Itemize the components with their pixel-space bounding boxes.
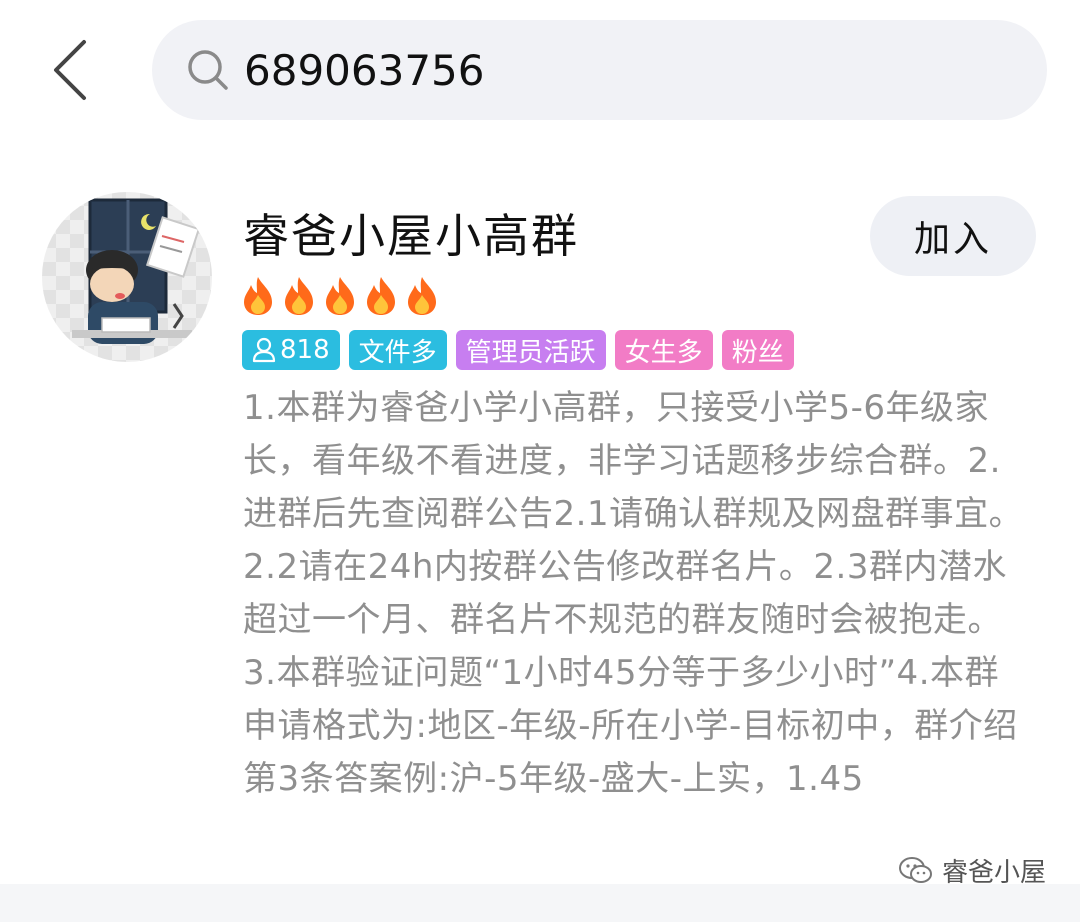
tag-fans: 粉丝 (721, 330, 794, 370)
flame-icon (408, 277, 436, 315)
search-icon (184, 46, 232, 94)
back-button[interactable] (40, 34, 100, 106)
tag-many-women: 女生多 (614, 330, 713, 370)
person-icon (252, 337, 276, 363)
member-count: 818 (280, 335, 330, 365)
flame-icon (367, 277, 395, 315)
bottom-divider (0, 884, 1080, 922)
join-button[interactable]: 加入 (870, 196, 1036, 276)
avatar-illustration (72, 198, 201, 344)
member-count-tag: 818 (242, 330, 340, 370)
flame-icon (285, 277, 313, 315)
group-avatar[interactable] (42, 192, 212, 362)
group-name[interactable]: 睿爸小屋小高群 (243, 200, 579, 266)
flame-icon (326, 277, 354, 315)
tag-many-files: 文件多 (348, 330, 447, 370)
search-input[interactable] (244, 40, 944, 100)
tag-active-admin: 管理员活跃 (455, 330, 606, 370)
search-result-screen: 睿爸小屋小高群 加入 818 文件多 管理员活跃 女生多 粉丝 1.本群为睿爸小… (0, 0, 1080, 922)
activity-flames (240, 275, 440, 317)
watermark: 睿爸小屋 (898, 852, 1046, 889)
wechat-icon (898, 856, 932, 883)
watermark-text: 睿爸小屋 (941, 858, 1046, 888)
tag-list: 818 文件多 管理员活跃 女生多 粉丝 (242, 330, 794, 370)
chevron-left-icon (54, 40, 86, 100)
search-bar[interactable] (152, 20, 1047, 120)
group-description: 1.本群为睿爸小学小高群，只接受小学5-6年级家长，看年级不看进度，非学习话题移… (243, 388, 1024, 799)
flame-icon (244, 277, 272, 315)
